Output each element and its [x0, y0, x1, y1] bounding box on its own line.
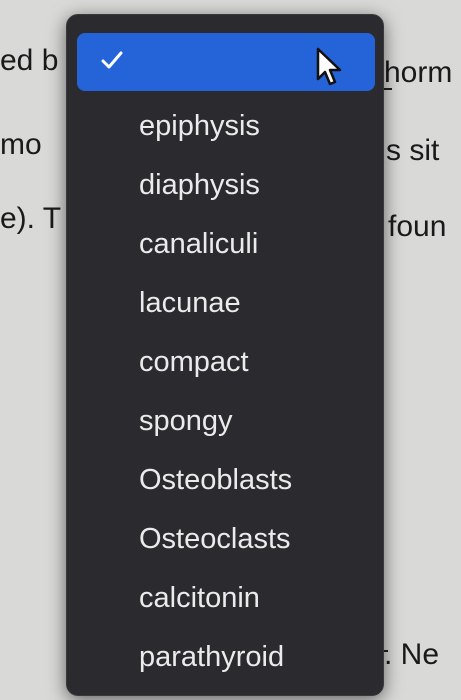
dropdown-option-spongy[interactable]: spongy: [77, 398, 375, 444]
background-text-fragment: e). T: [0, 202, 62, 235]
mouse-pointer-icon: [316, 47, 342, 86]
dropdown-option-blank-selected[interactable]: [77, 33, 375, 91]
dropdown-option-osteoblasts[interactable]: Osteoblasts: [77, 457, 375, 503]
background-text-fragment: horm: [384, 56, 453, 89]
dropdown-option-calcitonin[interactable]: calcitonin: [77, 575, 375, 621]
dropdown-option-compact[interactable]: compact: [77, 339, 375, 385]
dropdown-option-epiphysis[interactable]: epiphysis: [77, 103, 375, 149]
background-text-fragment: s sit: [386, 134, 440, 167]
dropdown-menu[interactable]: epiphysis diaphysis canaliculi lacunae c…: [66, 14, 384, 696]
dropdown-option-osteoclasts[interactable]: Osteoclasts: [77, 516, 375, 562]
background-text-fragment: mo: [0, 128, 42, 161]
background-text-fragment: foun: [388, 210, 447, 243]
background-text-fragment: ed b: [0, 44, 59, 77]
dropdown-option-canaliculi[interactable]: canaliculi: [77, 221, 375, 267]
dropdown-option-diaphysis[interactable]: diaphysis: [77, 162, 375, 208]
background-text-fragment: . Ne: [384, 638, 440, 671]
checkmark-icon: [101, 51, 123, 69]
dropdown-option-lacunae[interactable]: lacunae: [77, 280, 375, 326]
dropdown-option-parathyroid[interactable]: parathyroid: [77, 634, 375, 680]
